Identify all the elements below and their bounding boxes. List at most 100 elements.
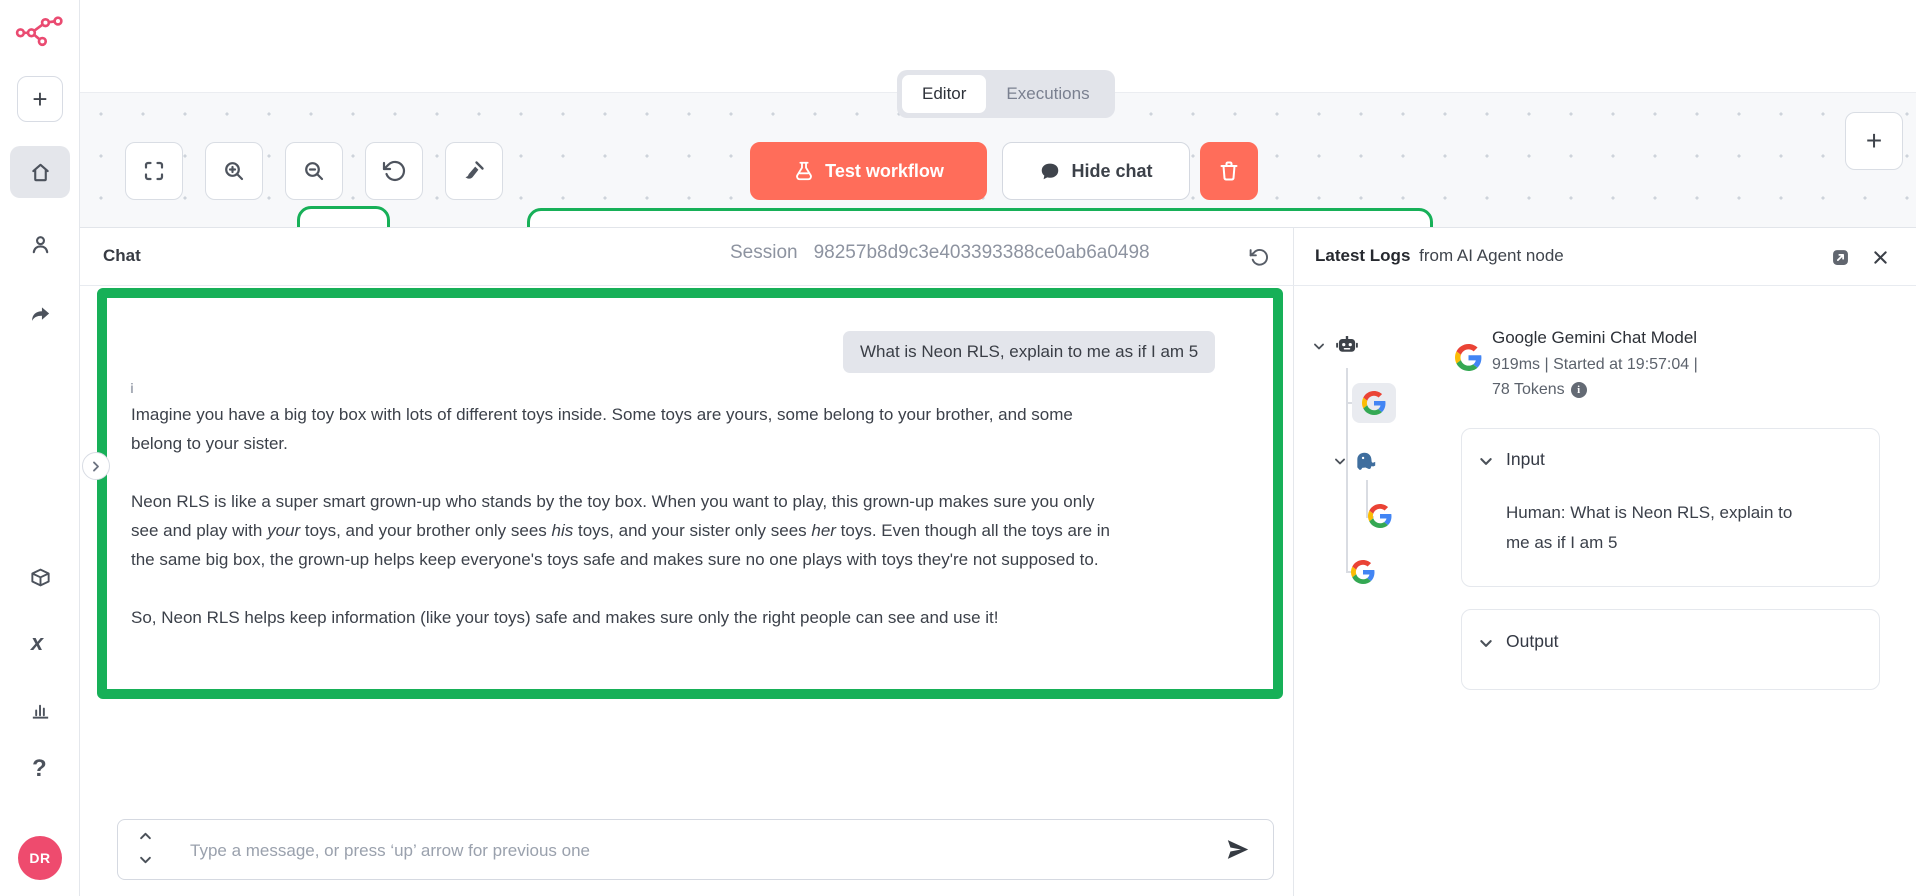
test-workflow-label: Test workflow: [825, 161, 944, 182]
sidebar-item-personal[interactable]: [29, 233, 52, 256]
view-tabs: Editor Executions: [897, 70, 1115, 118]
tidy-up-button[interactable]: [445, 142, 503, 200]
tree-line: [1346, 368, 1348, 572]
chevron-down-icon: [138, 853, 153, 867]
chat-header-divider: [80, 285, 1293, 286]
delete-button[interactable]: [1200, 142, 1258, 200]
tree-item-postgres-pgvector[interactable]: [1353, 449, 1379, 475]
chevron-down-icon: [1333, 455, 1347, 468]
sidebar-item-templates[interactable]: [29, 566, 52, 589]
tree-item-gemini-chat-model-selected[interactable]: [1352, 383, 1396, 423]
hide-chat-button[interactable]: Hide chat: [1002, 142, 1190, 200]
trash-icon: [1217, 159, 1241, 183]
log-entry-name[interactable]: Google Gemini Chat Model: [1492, 328, 1697, 348]
person-icon: [29, 233, 52, 256]
previous-message-button[interactable]: [138, 829, 153, 843]
google-icon: [1368, 504, 1392, 528]
zoom-in-icon: [222, 159, 246, 183]
log-input-text: Human: What is Neon RLS, explain to me a…: [1506, 498, 1806, 558]
tab-executions[interactable]: Executions: [986, 75, 1109, 113]
next-message-button[interactable]: [138, 853, 153, 867]
sidebar-item-insights[interactable]: [29, 698, 52, 721]
bot-p2-text: toys, and your brother only sees: [300, 521, 551, 540]
reset-session-icon: [1248, 247, 1269, 268]
google-icon: [1362, 391, 1386, 415]
zoom-out-button[interactable]: [285, 142, 343, 200]
output-section-label[interactable]: Output: [1506, 631, 1559, 652]
postgres-elephant-icon: [1353, 449, 1379, 475]
zoom-to-fit-button[interactable]: [125, 142, 183, 200]
sidebar-item-overview[interactable]: [10, 146, 70, 198]
chat-input-placeholder[interactable]: Type a message, or press ‘up’ arrow for …: [190, 841, 590, 861]
chevron-up-icon: [138, 829, 153, 843]
chevron-right-icon: [90, 459, 103, 473]
question-mark-icon: ?: [32, 755, 47, 782]
zoom-out-icon: [302, 159, 326, 183]
forward-arrow-icon: [29, 303, 52, 326]
bot-p2-italic-your: your: [267, 521, 300, 540]
tab-editor[interactable]: Editor: [902, 75, 986, 113]
tree-collapse-vector-store[interactable]: [1333, 455, 1347, 468]
chat-panel-title: Chat: [103, 246, 141, 266]
close-icon: [1871, 248, 1890, 267]
avatar-initials: DR: [29, 850, 50, 866]
google-icon: [1351, 560, 1375, 584]
session-label: Session: [730, 242, 798, 264]
bot-p2-text: toys, and your sister only sees: [573, 521, 811, 540]
bot-message-info-icon[interactable]: i: [130, 380, 134, 396]
chevron-down-icon: [1478, 636, 1494, 651]
user-avatar[interactable]: DR: [18, 836, 62, 880]
ai-agent-robot-icon[interactable]: [1334, 333, 1360, 359]
flask-icon: [793, 160, 815, 182]
add-node-button[interactable]: +: [1845, 112, 1903, 170]
tree-item-gemini-embeddings[interactable]: [1368, 504, 1392, 528]
close-logs-button[interactable]: [1866, 243, 1894, 271]
paper-plane-icon: [1224, 836, 1251, 863]
log-entry-google-icon: [1455, 344, 1482, 371]
reset-session-button[interactable]: [1243, 242, 1273, 272]
test-workflow-button[interactable]: Test workflow: [750, 142, 987, 200]
collapse-input-button[interactable]: [1478, 454, 1494, 469]
undo-arrow-icon: [382, 159, 406, 183]
send-message-button[interactable]: [1224, 836, 1251, 863]
sidebar: + x ? DR: [0, 0, 80, 896]
variables-x-icon: x: [31, 630, 43, 655]
expand-output-button[interactable]: [1478, 636, 1494, 651]
session-id: 98257b8d9c3e403393388ce0ab6a0498: [814, 242, 1150, 264]
logs-title-bold: Latest Logs: [1315, 246, 1410, 265]
logs-panel-title: Latest Logs from AI Agent node: [1315, 246, 1564, 266]
broom-icon: [462, 159, 486, 183]
package-box-icon: [29, 566, 52, 589]
logs-title-rest: from AI Agent node: [1419, 246, 1564, 265]
n8n-app-window: + x ? DR RAG Guide for Blog + Add tag In…: [0, 0, 1916, 896]
open-logs-view-button[interactable]: [1826, 243, 1854, 271]
chat-session: Session 98257b8d9c3e403393388ce0ab6a0498: [730, 242, 1150, 264]
home-icon: [29, 161, 52, 184]
log-entry-meta-line1: 919ms | Started at 19:57:04 |: [1492, 356, 1698, 374]
bot-paragraph-2: Neon RLS is like a super smart grown-up …: [131, 487, 1111, 574]
new-workflow-button[interactable]: +: [17, 76, 63, 122]
collapse-sidebar-handle[interactable]: [82, 452, 110, 480]
bar-chart-icon: [29, 698, 52, 721]
hide-chat-label: Hide chat: [1071, 161, 1152, 182]
chat-bubble-icon: [1039, 160, 1061, 182]
sidebar-item-help[interactable]: ?: [32, 755, 47, 783]
sidebar-item-shared[interactable]: [29, 303, 52, 326]
input-section-label[interactable]: Input: [1506, 449, 1545, 470]
tree-item-gemini-model-2[interactable]: [1351, 560, 1375, 584]
reset-zoom-button[interactable]: [365, 142, 423, 200]
tree-collapse-agent[interactable]: [1312, 340, 1326, 353]
user-message-bubble: What is Neon RLS, explain to me as if I …: [843, 331, 1215, 373]
zoom-in-button[interactable]: [205, 142, 263, 200]
sidebar-item-variables[interactable]: x: [31, 630, 43, 656]
chevron-down-icon: [1478, 454, 1494, 469]
fit-view-icon: [142, 159, 166, 183]
logs-header-divider: [1293, 285, 1916, 286]
chevron-down-icon: [1312, 340, 1326, 353]
log-entry-meta-line2: 78 Tokens i: [1492, 381, 1587, 399]
info-icon[interactable]: i: [1571, 382, 1587, 398]
n8n-logo-icon: [15, 16, 65, 48]
bot-p2-italic-her: her: [811, 521, 836, 540]
bot-p2-italic-his: his: [552, 521, 574, 540]
pop-out-icon: [1830, 247, 1851, 268]
